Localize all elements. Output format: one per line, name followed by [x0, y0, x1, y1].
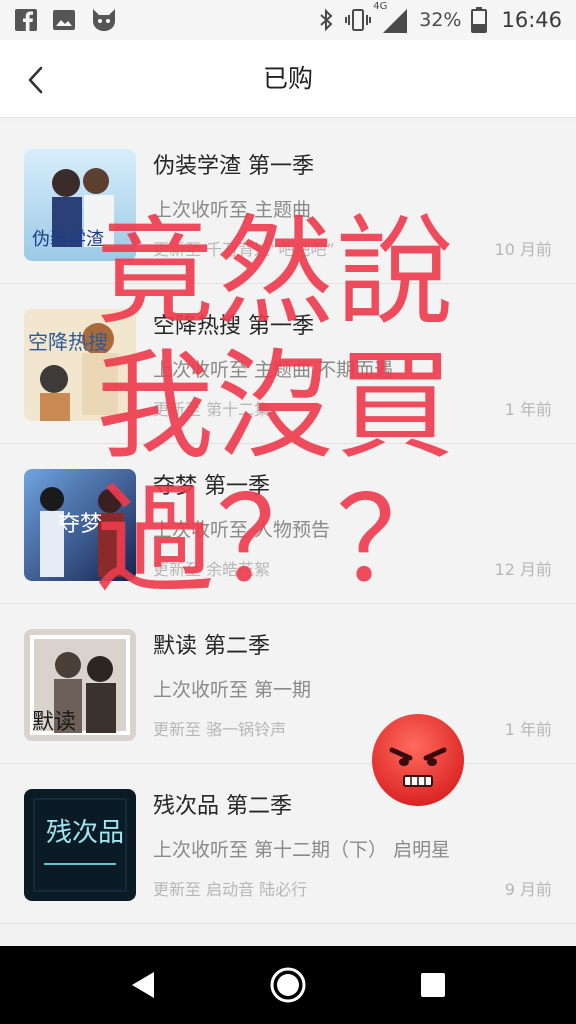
cat-app-icon — [90, 7, 118, 33]
facebook-icon — [14, 8, 38, 32]
album-cover[interactable]: 夺梦 — [24, 469, 136, 581]
item-last-listened: 上次收听至 第十二期（下） 启明星 — [153, 839, 451, 861]
back-button[interactable] — [16, 60, 56, 100]
battery-percent: 32% — [419, 9, 462, 31]
system-nav-bar — [0, 946, 576, 1024]
list-item[interactable]: 夺梦 夺梦 第一季 上次收听至 人物预告 更新至 余皓花絮 12 月前 — [0, 444, 576, 604]
album-cover[interactable]: 残次品 — [24, 789, 136, 901]
item-update: 更新至 千万背过“吧吧吧” — [153, 240, 335, 259]
purchased-list: 伪装学渣 伪装学渣 第一季 上次收听至 主题曲 更新至 千万背过“吧吧吧” 10… — [0, 124, 576, 924]
network-type-label: 4G — [373, 1, 388, 12]
screen: 4G 32% 16:46 已购 伪装学渣 伪装学渣 第一季 上次收听至 主题曲 … — [0, 0, 576, 1024]
item-title: 空降热搜 第一季 — [153, 314, 314, 339]
album-cover[interactable]: 空降热搜 — [24, 309, 136, 421]
item-title: 残次品 第二季 — [153, 794, 292, 819]
album-cover[interactable]: 默读 — [24, 629, 136, 741]
home-circle-icon — [270, 967, 306, 1003]
app-header: 已购 — [0, 40, 576, 118]
vibrate-icon — [345, 8, 372, 32]
item-last-listened: 上次收听至 主题曲 — [153, 199, 312, 221]
cover-caption: 伪装学渣 — [32, 229, 104, 250]
nav-home-button[interactable] — [258, 955, 318, 1015]
list-item[interactable]: 默读 默读 第二季 上次收听至 第一期 更新至 骆一锅铃声 1 年前 — [0, 604, 576, 764]
item-last-listened: 上次收听至 第一期 — [153, 679, 312, 701]
cover-caption: 残次品 — [46, 818, 124, 848]
cover-caption: 默读 — [32, 710, 76, 735]
list-item[interactable]: 伪装学渣 伪装学渣 第一季 上次收听至 主题曲 更新至 千万背过“吧吧吧” 10… — [0, 124, 576, 284]
recents-square-icon — [421, 973, 446, 997]
battery-icon — [471, 7, 488, 33]
status-left — [14, 7, 118, 33]
item-title: 默读 第二季 — [153, 634, 270, 659]
item-last-listened: 上次收听至 人物预告 — [153, 519, 331, 541]
angry-face-icon — [370, 712, 466, 808]
cover-caption: 夺梦 — [58, 512, 102, 537]
clock: 16:46 — [501, 8, 562, 32]
status-right: 4G 32% 16:46 — [317, 1, 562, 33]
page-title: 已购 — [262, 64, 313, 93]
album-cover[interactable]: 伪装学渣 — [24, 149, 136, 261]
item-time: 1 年前 — [504, 720, 552, 739]
image-icon — [52, 8, 76, 32]
cover-caption: 空降热搜 — [28, 330, 108, 354]
item-title: 夺梦 第一季 — [153, 474, 270, 499]
item-update: 更新至 余皓花絮 — [153, 560, 271, 579]
item-update: 更新至 启动音 陆必行 — [153, 880, 308, 899]
item-time: 12 月前 — [494, 560, 552, 579]
nav-recents-button[interactable] — [403, 955, 463, 1015]
chevron-left-icon — [28, 66, 43, 94]
list-item[interactable]: 空降热搜 空降热搜 第一季 上次收听至 主题曲 不期而遇 更新至 第十二集 1 … — [0, 284, 576, 444]
back-triangle-icon — [131, 972, 154, 998]
status-bar: 4G 32% 16:46 — [0, 0, 576, 40]
signal-icon: 4G — [373, 1, 409, 33]
item-last-listened: 上次收听至 主题曲 不期而遇 — [153, 359, 394, 381]
item-update: 更新至 骆一锅铃声 — [153, 720, 287, 739]
nav-back-button[interactable] — [113, 955, 173, 1015]
list-item[interactable]: 残次品 残次品 第二季 上次收听至 第十二期（下） 启明星 更新至 启动音 陆必… — [0, 764, 576, 924]
item-time: 9 月前 — [504, 880, 552, 899]
item-time: 1 年前 — [504, 400, 552, 419]
item-time: 10 月前 — [494, 240, 552, 259]
item-title: 伪装学渣 第一季 — [153, 154, 314, 179]
bluetooth-icon — [317, 8, 335, 32]
item-update: 更新至 第十二集 — [153, 400, 271, 419]
